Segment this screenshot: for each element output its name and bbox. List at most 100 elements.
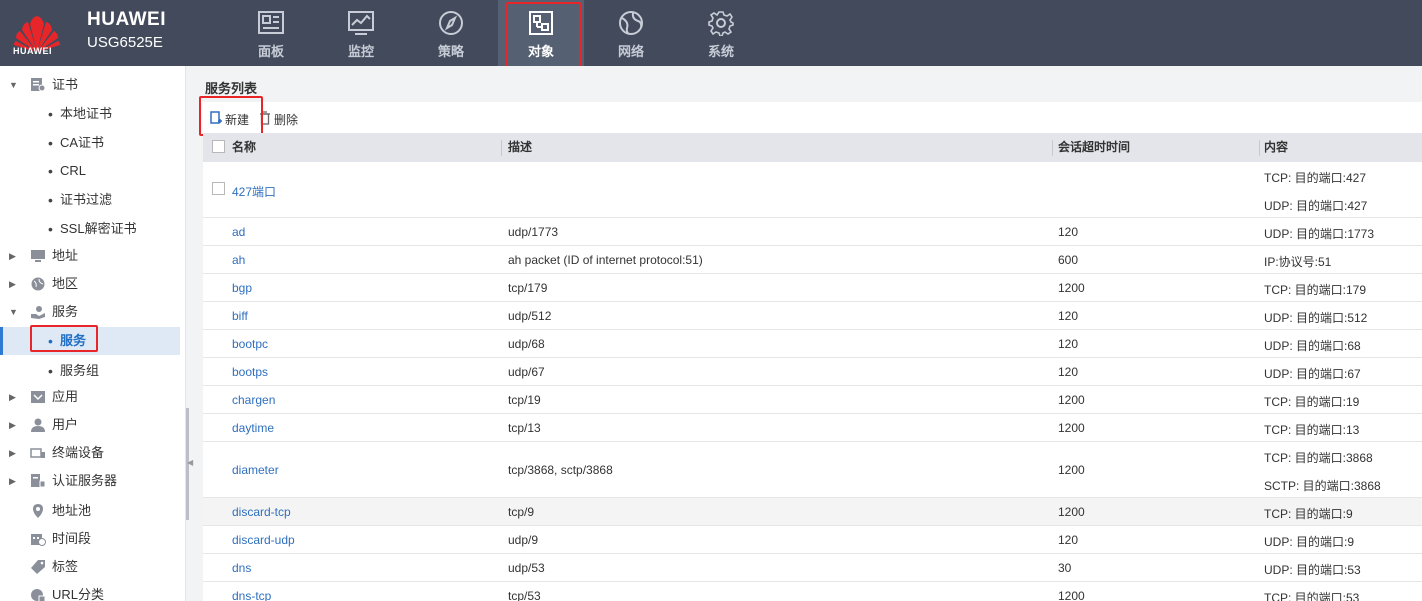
table-row[interactable]: biff udp/512 120 UDP: 目的端口:512 — [203, 302, 1422, 330]
sidebar-item-service-group[interactable]: • 服务组 — [0, 357, 180, 385]
table-row[interactable]: discard-tcp tcp/9 1200 TCP: 目的端口:9 — [203, 498, 1422, 526]
row-checkbox[interactable] — [212, 182, 225, 195]
sidebar-item-service[interactable]: ▼ 服务 — [0, 298, 180, 326]
sidebar-item-crl[interactable]: • CRL — [0, 157, 180, 185]
session-timeout: 120 — [1058, 309, 1079, 323]
collapsed-arrow-icon[interactable]: ▶ — [9, 270, 16, 298]
sidebar-item-tag[interactable]: 标签 — [0, 553, 180, 581]
nav-dashboard[interactable]: 面板 — [228, 0, 314, 66]
table-row[interactable]: daytime tcp/13 1200 TCP: 目的端口:13 — [203, 414, 1422, 442]
monitor-icon — [348, 11, 374, 35]
sidebar-item-address-pool[interactable]: 地址池 — [0, 497, 180, 525]
sidebar-item-region[interactable]: ▶ 地区 — [0, 270, 180, 298]
collapsed-arrow-icon[interactable]: ▶ — [9, 242, 16, 270]
service-name-link[interactable]: biff — [232, 309, 248, 323]
sidebar-item-local-cert[interactable]: • 本地证书 — [0, 100, 180, 128]
trash-icon — [260, 111, 270, 125]
table-row[interactable]: bootps udp/67 120 UDP: 目的端口:67 — [203, 358, 1422, 386]
sidebar-item-application[interactable]: ▶ 应用 — [0, 383, 180, 411]
sidebar-item-address[interactable]: ▶ 地址 — [0, 242, 180, 270]
table-row[interactable]: dns-tcp tcp/53 1200 TCP: 目的端口:53 — [203, 582, 1422, 601]
service-name-link[interactable]: daytime — [232, 421, 274, 435]
collapsed-arrow-icon[interactable]: ▶ — [9, 467, 16, 495]
nav-label: 监控 — [347, 44, 374, 59]
terminal-device-icon — [30, 448, 45, 458]
table-row[interactable]: 427端口 TCP: 目的端口:427 UDP: 目的端口:427 — [203, 162, 1422, 218]
column-header-description[interactable]: 描述 — [508, 133, 532, 162]
sidebar-item-terminal-device[interactable]: ▶ 终端设备 — [0, 439, 180, 467]
sidebar-item-label: 地区 — [52, 276, 79, 291]
nav-object[interactable]: 对象 — [498, 0, 584, 66]
service-content: UDP: 目的端口:1773 — [1264, 227, 1375, 241]
table-row[interactable]: dns udp/53 30 UDP: 目的端口:53 — [203, 554, 1422, 582]
service-name-link[interactable]: bootps — [232, 365, 268, 379]
sidebar-item-auth-server[interactable]: ▶ 认证服务器 — [0, 467, 180, 495]
column-divider[interactable] — [1052, 140, 1053, 156]
sidebar-item-cert-filter[interactable]: • 证书过滤 — [0, 186, 180, 214]
service-name-link[interactable]: ah — [232, 253, 245, 267]
globe-icon — [619, 11, 643, 35]
column-header-content[interactable]: 内容 — [1264, 133, 1288, 162]
collapsed-arrow-icon[interactable]: ▶ — [9, 411, 16, 439]
service-name-link[interactable]: dns-tcp — [232, 589, 271, 601]
device-model: USG6525E — [87, 34, 163, 51]
bullet-icon: • — [48, 106, 53, 122]
session-timeout: 120 — [1058, 225, 1079, 239]
table-row[interactable]: chargen tcp/19 1200 TCP: 目的端口:19 — [203, 386, 1422, 414]
nav-system[interactable]: 系统 — [678, 0, 764, 66]
sidebar-item-label: 时间段 — [52, 531, 92, 546]
column-divider[interactable] — [501, 140, 502, 156]
expanded-arrow-icon[interactable]: ▼ — [9, 298, 18, 326]
service-content: UDP: 目的端口:53 — [1264, 563, 1361, 577]
sidebar-item-url-category[interactable]: URL分类 — [0, 581, 180, 601]
table-row[interactable]: ad udp/1773 120 UDP: 目的端口:1773 — [203, 218, 1422, 246]
service-content: IP:协议号:51 — [1264, 255, 1332, 269]
service-name-link[interactable]: discard-tcp — [232, 505, 291, 519]
sidebar-item-ca-cert[interactable]: • CA证书 — [0, 129, 180, 157]
sidebar-item-label: 本地证书 — [60, 106, 113, 121]
collapse-sidebar-icon[interactable]: ◀ — [187, 458, 193, 467]
sidebar-item-service-active[interactable]: • 服务 — [0, 327, 180, 355]
sidebar-item-label: 认证服务器 — [52, 473, 118, 488]
nav-policy[interactable]: 策略 — [408, 0, 494, 66]
sidebar-item-certificate[interactable]: ▼ 证书 — [0, 71, 180, 99]
service-name-link[interactable]: ad — [232, 225, 245, 239]
service-content: UDP: 目的端口:427 — [1264, 199, 1368, 213]
nav-network[interactable]: 网络 — [588, 0, 674, 66]
column-divider[interactable] — [1259, 140, 1260, 156]
collapsed-arrow-icon[interactable]: ▶ — [9, 439, 16, 467]
service-name-link[interactable]: bgp — [232, 281, 252, 295]
sidebar-item-time-range[interactable]: 时间段 — [0, 525, 180, 553]
table-row[interactable]: diameter tcp/3868, sctp/3868 1200 TCP: 目的端口… — [203, 442, 1422, 498]
collapsed-arrow-icon[interactable]: ▶ — [9, 383, 16, 411]
service-name-link[interactable]: bootpc — [232, 337, 268, 351]
session-timeout: 1200 — [1058, 281, 1085, 295]
column-header-session-timeout[interactable]: 会话超时时间 — [1058, 133, 1130, 162]
select-all-checkbox[interactable] — [212, 140, 225, 153]
nav-label: 对象 — [527, 44, 554, 59]
table-header: 名称 描述 会话超时时间 内容 — [203, 133, 1422, 162]
url-category-icon — [31, 589, 46, 601]
logo-text: HUAWEI — [13, 46, 52, 56]
table-row[interactable]: ah ah packet (ID of internet protocol:51)… — [203, 246, 1422, 274]
table-row[interactable]: discard-udp udp/9 120 UDP: 目的端口:9 — [203, 526, 1422, 554]
column-header-name[interactable]: 名称 — [232, 133, 256, 162]
sidebar-item-label: 证书 — [52, 77, 79, 92]
service-description: tcp/53 — [508, 589, 541, 601]
table-row[interactable]: bootpc udp/68 120 UDP: 目的端口:68 — [203, 330, 1422, 358]
sidebar-item-ssl-decrypt-cert[interactable]: • SSL解密证书 — [0, 215, 180, 243]
service-name-link[interactable]: dns — [232, 561, 251, 575]
table-row[interactable]: bgp tcp/179 1200 TCP: 目的端口:179 — [203, 274, 1422, 302]
sidebar-item-label: SSL解密证书 — [60, 221, 137, 236]
sidebar-item-user[interactable]: ▶ 用户 — [0, 411, 180, 439]
service-name-link[interactable]: 427端口 — [232, 183, 276, 200]
nav-monitor[interactable]: 监控 — [318, 0, 404, 66]
service-name-link[interactable]: diameter — [232, 463, 279, 477]
dashboard-icon — [258, 11, 284, 34]
brand-name: HUAWEI — [87, 9, 166, 30]
expanded-arrow-icon[interactable]: ▼ — [9, 71, 18, 99]
session-timeout: 1200 — [1058, 393, 1085, 407]
service-name-link[interactable]: discard-udp — [232, 533, 295, 547]
service-name-link[interactable]: chargen — [232, 393, 275, 407]
session-timeout: 1200 — [1058, 463, 1085, 477]
